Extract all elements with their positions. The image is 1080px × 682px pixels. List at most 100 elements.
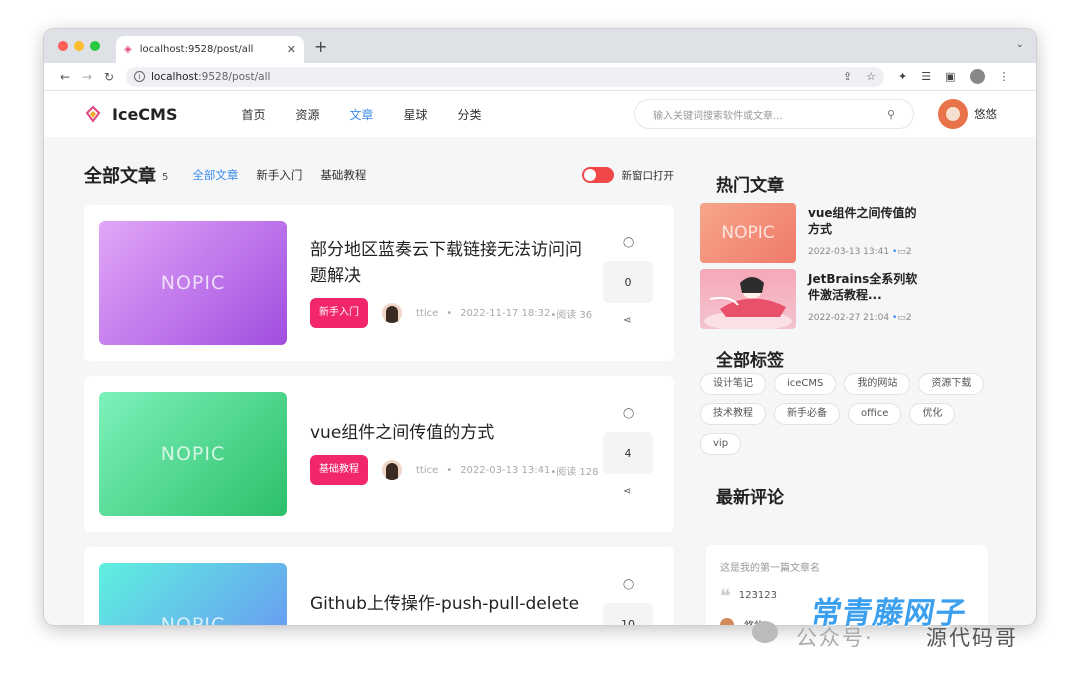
back-icon[interactable]: ← xyxy=(54,70,76,84)
side-panel-icon[interactable]: ▣ xyxy=(945,70,955,83)
extensions-icon[interactable]: ✦ xyxy=(898,70,907,83)
article-date: 2022-11-17 18:32 xyxy=(460,307,551,319)
menu-dots-icon[interactable]: ⋮ xyxy=(999,70,1010,83)
hot-article[interactable]: JetBrains全系列软件激活教程... 2022-02-27 21:04 •… xyxy=(700,269,1000,329)
profile-icon[interactable] xyxy=(969,69,985,84)
share-icon[interactable]: ⋖ xyxy=(623,315,631,326)
comment-bubble-icon: ▭ xyxy=(897,247,906,257)
maximize-window-icon[interactable] xyxy=(90,41,100,51)
tab-basic-tutorial[interactable]: 基础教程 xyxy=(320,167,366,183)
tag-item[interactable]: 资源下载 xyxy=(918,373,985,395)
url-host: localhost xyxy=(151,70,199,83)
minimize-window-icon[interactable] xyxy=(74,41,84,51)
comment-count[interactable]: 10 xyxy=(603,603,653,625)
comment-count[interactable]: 0 xyxy=(603,261,653,303)
nav-item-planet[interactable]: 星球 xyxy=(404,106,428,123)
hot-article-title[interactable]: JetBrains全系列软件激活教程... xyxy=(808,271,926,303)
tag-item[interactable]: 我的网站 xyxy=(844,373,911,395)
close-tab-icon[interactable]: ✕ xyxy=(287,43,296,56)
tag-item[interactable]: 设计笔记 xyxy=(700,373,766,395)
new-window-toggle[interactable] xyxy=(581,167,614,183)
site-header: IceCMS 首页 资源 文章 星球 分类 输入关键词搜索软件或文章... ⚲ … xyxy=(44,91,1036,137)
tag-item[interactable]: iceCMS xyxy=(774,373,837,395)
browser-window: ◈ localhost:9528/post/all ✕ + ⌄ ← → ↻ i … xyxy=(44,29,1036,625)
hot-article-meta: 2022-02-27 21:04 •▭2 xyxy=(808,313,912,323)
close-window-icon[interactable] xyxy=(58,41,68,51)
article-meta: 基础教程 ttice • 2022-03-13 13:41 •阅读 128 xyxy=(310,455,598,485)
article-thumbnail[interactable]: NOPIC xyxy=(99,392,287,516)
nav-item-categories[interactable]: 分类 xyxy=(458,106,482,123)
article-reads: •阅读 36 xyxy=(550,309,593,321)
username: 悠悠 xyxy=(974,107,997,121)
avatar[interactable] xyxy=(938,99,968,129)
article-reads: •阅读 128 xyxy=(550,466,599,478)
reload-icon[interactable]: ↻ xyxy=(98,70,120,84)
main-nav: 首页 资源 文章 星球 分类 xyxy=(241,106,481,123)
meta-separator: • xyxy=(446,307,453,319)
article-card[interactable]: NOPIC vue组件之间传值的方式 基础教程 ttice • 2022-03-… xyxy=(84,376,674,532)
tab-all-articles[interactable]: 全部文章 xyxy=(192,167,238,183)
article-card[interactable]: NOPIC 部分地区蓝奏云下载链接无法访问问题解决 新手入门 ttice • 2… xyxy=(84,205,674,361)
tag-item[interactable]: vip xyxy=(700,433,742,455)
article-thumbnail[interactable]: NOPIC xyxy=(99,563,287,625)
tags-title: 全部标签 xyxy=(716,351,784,371)
site-logo[interactable]: IceCMS xyxy=(84,105,177,124)
author-name[interactable]: ttice xyxy=(416,308,438,319)
comment-icon: ◯ xyxy=(623,408,635,419)
tab-title: localhost:9528/post/all xyxy=(139,44,254,55)
article-card[interactable]: NOPIC Github上传操作-push-pull-delete ◯ 10 xyxy=(84,547,674,625)
logo-icon xyxy=(85,105,101,123)
address-bar[interactable]: i localhost:9528/post/all ⇪ ☆ xyxy=(126,66,884,87)
tab-beginner[interactable]: 新手入门 xyxy=(256,167,302,183)
hot-articles-title: 热门文章 xyxy=(716,176,784,196)
site-info-icon[interactable]: i xyxy=(134,71,145,82)
card-actions: ◯ 10 xyxy=(603,547,653,625)
hot-article[interactable]: NOPIC vue组件之间传值的方式 2022-03-13 13:41 •▭2 xyxy=(700,203,1000,263)
tag-item[interactable]: 技术教程 xyxy=(700,403,766,425)
tag-item[interactable]: 优化 xyxy=(909,403,956,425)
author-name[interactable]: ttice xyxy=(416,465,438,476)
article-count: 5 xyxy=(162,171,169,183)
hot-article-title[interactable]: vue组件之间传值的方式 xyxy=(808,205,926,237)
browser-tab[interactable]: ◈ localhost:9528/post/all ✕ xyxy=(116,36,304,63)
comment-count[interactable]: 4 xyxy=(603,432,653,474)
hot-article-thumbnail[interactable] xyxy=(700,269,796,329)
watermark: 公众号· 常青藤网子 源代码哥 xyxy=(752,588,1052,658)
new-tab-button[interactable]: + xyxy=(314,37,327,56)
watermark-code: 源代码哥 xyxy=(926,626,1018,650)
share-page-icon[interactable]: ⇪ xyxy=(843,70,852,83)
bookmark-star-icon[interactable]: ☆ xyxy=(866,70,876,83)
chevron-down-icon[interactable]: ⌄ xyxy=(1016,39,1024,50)
search-icon[interactable]: ⚲ xyxy=(887,108,895,121)
page-title: 全部文章 xyxy=(84,166,156,187)
logo-text: IceCMS xyxy=(112,104,178,124)
article-title[interactable]: 部分地区蓝奏云下载链接无法访问问题解决 xyxy=(310,237,590,289)
comment-icon: ◯ xyxy=(623,237,635,248)
search-input[interactable]: 输入关键词搜索软件或文章... ⚲ xyxy=(634,99,914,129)
tag-item[interactable]: office xyxy=(848,403,902,425)
nav-item-home[interactable]: 首页 xyxy=(241,106,265,123)
hot-article-thumbnail[interactable]: NOPIC xyxy=(700,203,796,263)
tag-cloud: 设计笔记 iceCMS 我的网站 资源下载 技术教程 新手必备 office 优… xyxy=(700,373,1000,455)
tag-item[interactable]: 新手必备 xyxy=(774,403,840,425)
nav-item-articles[interactable]: 文章 xyxy=(350,106,374,123)
forward-icon[interactable]: → xyxy=(76,70,98,84)
category-badge[interactable]: 新手入门 xyxy=(310,298,368,328)
hot-article-date: 2022-02-27 21:04 xyxy=(808,313,890,323)
reading-list-icon[interactable]: ☰ xyxy=(921,70,931,83)
card-actions: ◯ 4 ⋖ xyxy=(603,376,653,532)
browser-titlebar: ◈ localhost:9528/post/all ✕ + ⌄ xyxy=(44,29,1036,63)
author-avatar xyxy=(382,303,402,323)
nav-item-resources[interactable]: 资源 xyxy=(296,106,320,123)
category-badge[interactable]: 基础教程 xyxy=(310,455,368,485)
article-thumbnail[interactable]: NOPIC xyxy=(99,221,287,345)
article-title[interactable]: vue组件之间传值的方式 xyxy=(310,420,590,446)
comment-article-name[interactable]: 这是我的第一篇文章名 xyxy=(720,559,974,574)
user-menu[interactable]: 悠悠 xyxy=(938,99,997,129)
article-title[interactable]: Github上传操作-push-pull-delete xyxy=(310,591,610,617)
author-avatar xyxy=(382,460,402,480)
share-icon[interactable]: ⋖ xyxy=(623,486,631,497)
url-path: :9528/post/all xyxy=(198,70,271,83)
wechat-icon xyxy=(752,621,778,643)
quote-icon: ❝ xyxy=(720,583,731,608)
